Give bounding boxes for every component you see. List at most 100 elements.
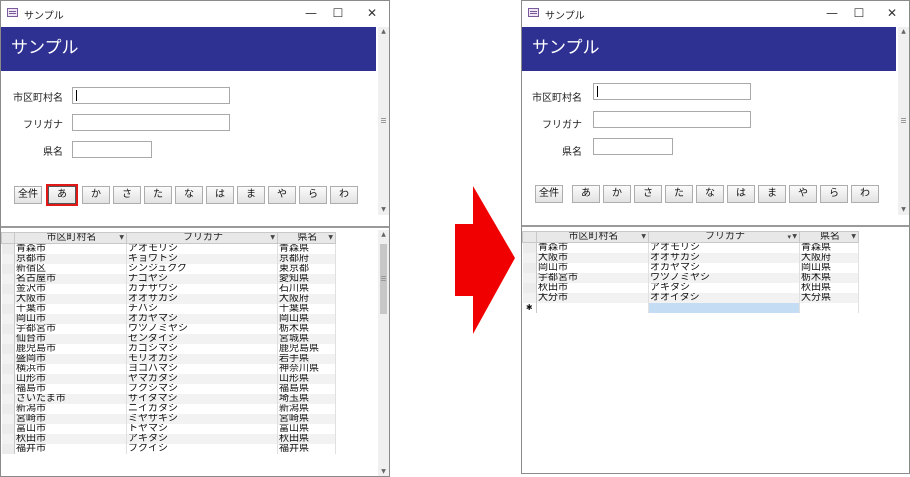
row-selector[interactable] xyxy=(1,314,15,324)
dropdown-arrow-icon[interactable]: ▼ xyxy=(119,235,124,241)
city-cell[interactable]: 福島市 xyxy=(14,384,127,394)
pref-cell[interactable]: 山形県 xyxy=(277,374,336,384)
row-selector[interactable] xyxy=(1,394,15,404)
row-selector[interactable] xyxy=(1,324,15,334)
city-cell[interactable]: 宇都宮市 xyxy=(14,324,127,334)
pref-cell[interactable]: 東京都 xyxy=(277,264,336,274)
pref-cell[interactable]: 石川県 xyxy=(277,284,336,294)
kana-cell[interactable]: ウツノミヤシ xyxy=(648,273,800,283)
scroll-up-arrow[interactable]: ▲ xyxy=(898,27,909,37)
city-cell[interactable]: 宇都宮市 xyxy=(536,273,649,283)
pref-cell[interactable]: 大阪府 xyxy=(277,294,336,304)
kana-cell[interactable]: カゴシマシ xyxy=(126,344,278,354)
city-cell[interactable]: 金沢市 xyxy=(14,284,127,294)
row-selector[interactable] xyxy=(1,284,15,294)
new-city-cell[interactable] xyxy=(536,303,649,313)
all-button[interactable]: 全件 xyxy=(535,185,563,203)
a-button[interactable]: あ xyxy=(572,185,600,203)
table-row[interactable]: 新潟市 ニイガタシ 新潟県 xyxy=(1,404,336,414)
select-all-cell[interactable] xyxy=(522,231,537,243)
pref-cell[interactable]: 埼玉県 xyxy=(277,394,336,404)
kana-input[interactable] xyxy=(72,114,230,131)
dropdown-arrow-icon[interactable]: ▼ xyxy=(851,234,856,240)
row-selector[interactable] xyxy=(1,334,15,344)
wa-button[interactable]: わ xyxy=(330,186,358,204)
row-selector[interactable] xyxy=(1,414,15,424)
row-selector[interactable] xyxy=(1,243,15,254)
city-cell[interactable]: 秋田市 xyxy=(536,283,649,293)
row-selector[interactable] xyxy=(1,274,15,284)
pref-cell[interactable]: 栃木県 xyxy=(277,324,336,334)
row-selector[interactable] xyxy=(522,263,537,273)
city-cell[interactable]: 千葉市 xyxy=(14,304,127,314)
ta-button[interactable]: た xyxy=(665,185,693,203)
sa-button[interactable]: さ xyxy=(113,186,141,204)
ha-button[interactable]: は xyxy=(727,185,755,203)
na-button[interactable]: な xyxy=(696,185,724,203)
table-row[interactable]: 宇都宮市 ウツノミヤシ 栃木県 xyxy=(1,324,336,334)
row-selector[interactable] xyxy=(522,293,537,303)
new-pref-cell[interactable] xyxy=(799,303,859,313)
table-row[interactable]: 京都市 キョウトシ 京都府 xyxy=(1,254,336,264)
city-cell[interactable]: さいたま市 xyxy=(14,394,127,404)
row-selector[interactable] xyxy=(1,374,15,384)
table-row[interactable]: 大阪市 オオサカシ 大阪府 xyxy=(1,294,336,304)
table-row[interactable]: 鹿児島市 カゴシマシ 鹿児島県 xyxy=(1,344,336,354)
kana-cell[interactable]: シンジュクク xyxy=(126,264,278,274)
all-button[interactable]: 全件 xyxy=(14,186,42,204)
pref-cell[interactable]: 岡山県 xyxy=(799,263,859,273)
kana-cell[interactable]: カナザワシ xyxy=(126,284,278,294)
kana-cell[interactable]: センダイシ xyxy=(126,334,278,344)
city-cell[interactable]: 岡山市 xyxy=(536,263,649,273)
kana-cell[interactable]: フクイシ xyxy=(126,444,278,454)
ra-button[interactable]: ら xyxy=(820,185,848,203)
ra-button[interactable]: ら xyxy=(299,186,327,204)
row-selector[interactable] xyxy=(1,264,15,274)
pref-cell[interactable]: 秋田県 xyxy=(799,283,859,293)
kana-cell[interactable]: ヨコハマシ xyxy=(126,364,278,374)
city-cell[interactable]: 新潟市 xyxy=(14,404,127,414)
pref-cell[interactable]: 大阪府 xyxy=(799,253,859,263)
pref-cell[interactable]: 愛知県 xyxy=(277,274,336,284)
select-all-cell[interactable] xyxy=(1,232,15,244)
kana-cell[interactable]: アオモリシ xyxy=(648,242,800,253)
minimize-button[interactable]: — xyxy=(822,5,842,21)
scroll-down-arrow[interactable]: ▼ xyxy=(898,205,909,215)
city-cell[interactable]: 青森市 xyxy=(536,242,649,253)
kana-cell[interactable]: ウツノミヤシ xyxy=(126,324,278,334)
row-selector[interactable] xyxy=(522,273,537,283)
kana-cell[interactable]: アキタシ xyxy=(648,283,800,293)
ta-button[interactable]: た xyxy=(144,186,172,204)
table-row[interactable]: 青森市 アオモリシ 青森県 xyxy=(522,242,859,253)
pref-cell[interactable]: 千葉県 xyxy=(277,304,336,314)
city-cell[interactable]: 大阪市 xyxy=(536,253,649,263)
kana-cell[interactable]: ニイガタシ xyxy=(126,404,278,414)
column-header-city[interactable]: 市区町村名 ▼ xyxy=(536,231,649,243)
kana-cell[interactable]: モリオカシ xyxy=(126,354,278,364)
city-cell[interactable]: 青森市 xyxy=(14,243,127,254)
table-row[interactable]: さいたま市 サイタマシ 埼玉県 xyxy=(1,394,336,404)
city-cell[interactable]: 横浜市 xyxy=(14,364,127,374)
table-row[interactable]: 金沢市 カナザワシ 石川県 xyxy=(1,284,336,294)
scroll-up-arrow[interactable]: ▲ xyxy=(378,230,389,240)
table-row[interactable]: 大阪市 オオサカシ 大阪府 xyxy=(522,253,859,263)
new-record-row[interactable]: ✱ xyxy=(522,303,859,313)
row-selector[interactable] xyxy=(1,384,15,394)
city-cell[interactable]: 秋田市 xyxy=(14,434,127,444)
column-header-pref[interactable]: 県名 ▼ xyxy=(799,231,859,243)
column-header-kana[interactable]: フリガナ ▼ xyxy=(126,232,278,244)
column-header-pref[interactable]: 県名 ▼ xyxy=(277,232,336,244)
ka-button[interactable]: か xyxy=(82,186,110,204)
kana-cell[interactable]: オオイタシ xyxy=(648,293,800,303)
row-selector[interactable] xyxy=(1,434,15,444)
dropdown-arrow-icon[interactable]: ▼ xyxy=(792,234,797,240)
city-cell[interactable]: 盛岡市 xyxy=(14,354,127,364)
kana-cell[interactable]: チバシ xyxy=(126,304,278,314)
scroll-down-arrow[interactable]: ▼ xyxy=(378,205,389,215)
pref-cell[interactable]: 福井県 xyxy=(277,444,336,454)
table-row[interactable]: 富山市 トヤマシ 富山県 xyxy=(1,424,336,434)
city-input[interactable] xyxy=(72,87,230,104)
row-selector[interactable] xyxy=(522,283,537,293)
city-cell[interactable]: 名古屋市 xyxy=(14,274,127,284)
pref-cell[interactable]: 宮城県 xyxy=(277,334,336,344)
